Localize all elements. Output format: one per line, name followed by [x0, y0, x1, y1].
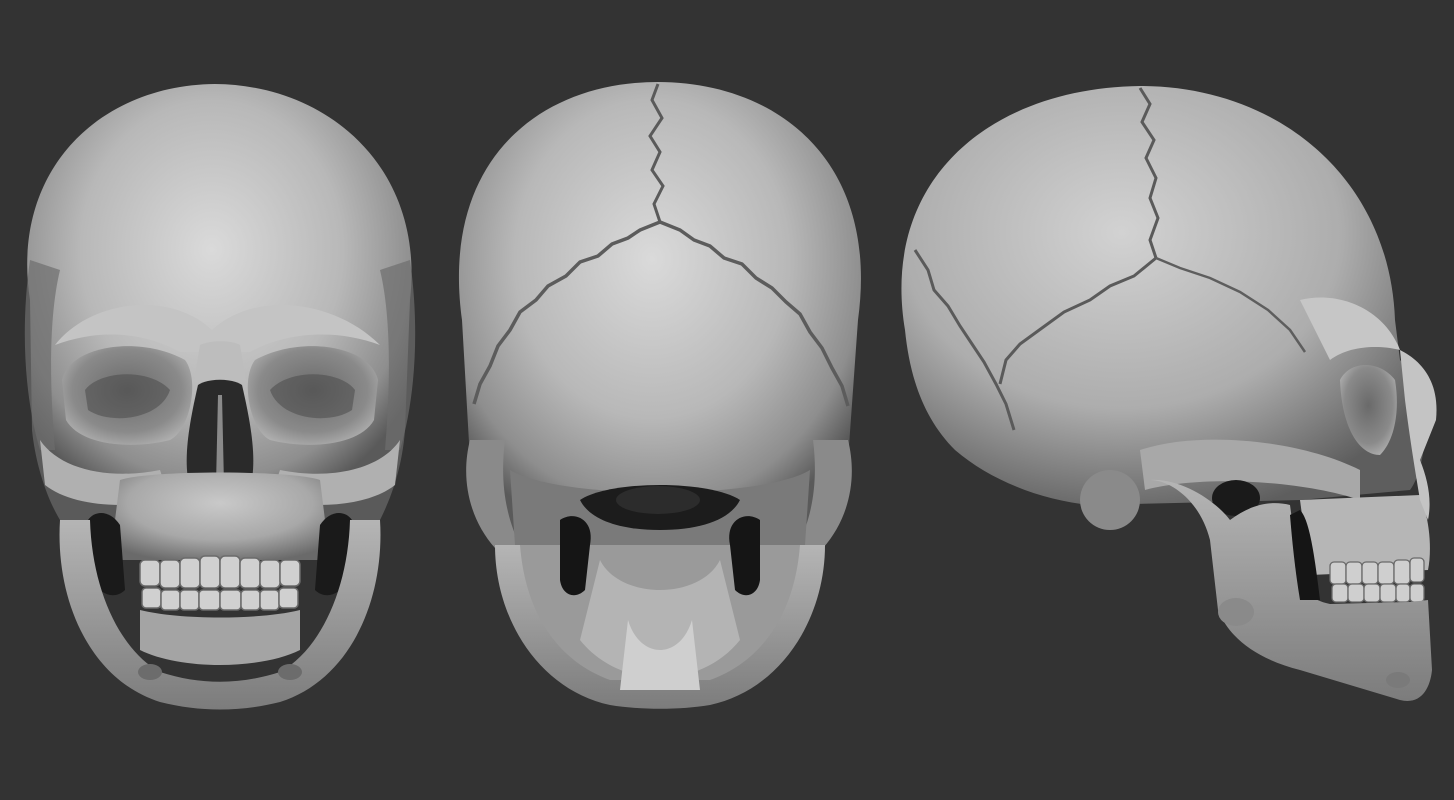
sculpt-render-canvas [0, 0, 1454, 800]
skull-render-svg [0, 0, 1454, 800]
front-teeth [139, 555, 301, 611]
skull-back-view [458, 82, 861, 709]
side-teeth [1329, 557, 1425, 603]
